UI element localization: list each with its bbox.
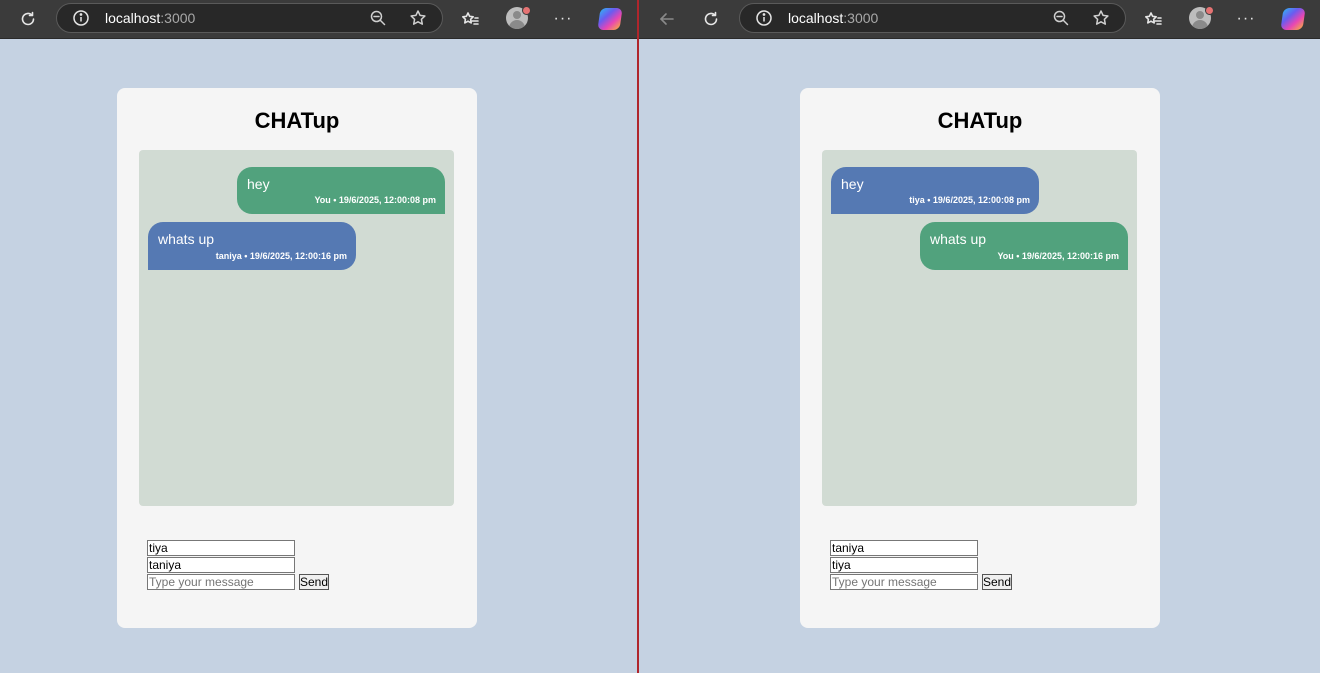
message-bubble-outgoing: whats up You • 19/6/2025, 12:00:16 pm bbox=[920, 222, 1128, 270]
send-button[interactable]: Send bbox=[299, 574, 329, 590]
message-meta: tiya • 19/6/2025, 12:00:08 pm bbox=[909, 195, 1030, 205]
zoom-out-icon[interactable] bbox=[1052, 9, 1070, 27]
send-button[interactable]: Send bbox=[982, 574, 1012, 590]
message-text: hey bbox=[247, 176, 270, 192]
chat-card: CHATup hey You • 19/6/2025, 12:00:08 pm … bbox=[117, 88, 477, 628]
message-meta: You • 19/6/2025, 12:00:16 pm bbox=[997, 251, 1119, 261]
message-bubble-outgoing: hey You • 19/6/2025, 12:00:08 pm bbox=[237, 167, 445, 214]
message-bubble-incoming: whats up taniya • 19/6/2025, 12:00:16 pm bbox=[148, 222, 356, 270]
more-icon[interactable]: ··· bbox=[549, 5, 577, 33]
app-title: CHATup bbox=[254, 108, 340, 133]
copilot-icon[interactable] bbox=[1280, 8, 1306, 30]
right-browser-window: localhost:3000 ··· CHATup hey tiya • 19/… bbox=[639, 0, 1320, 673]
url-text: localhost:3000 bbox=[788, 10, 879, 26]
back-arrow-icon[interactable] bbox=[653, 5, 681, 33]
zoom-out-icon[interactable] bbox=[369, 9, 387, 27]
message-text: whats up bbox=[158, 231, 215, 247]
username-input[interactable] bbox=[830, 540, 978, 556]
copilot-icon[interactable] bbox=[597, 8, 623, 30]
notification-dot-icon bbox=[522, 6, 531, 15]
browser-toolbar: localhost:3000 ··· bbox=[639, 0, 1320, 39]
star-icon[interactable] bbox=[1092, 9, 1110, 27]
address-bar[interactable]: localhost:3000 bbox=[56, 3, 443, 33]
star-icon[interactable] bbox=[409, 9, 427, 27]
notification-dot-icon bbox=[1205, 6, 1214, 15]
site-info-icon[interactable] bbox=[755, 9, 773, 27]
url-text: localhost:3000 bbox=[105, 10, 196, 26]
username-input[interactable] bbox=[147, 540, 295, 556]
favorites-icon[interactable] bbox=[1139, 5, 1167, 33]
more-icon[interactable]: ··· bbox=[1232, 5, 1260, 33]
recipient-input[interactable] bbox=[830, 557, 978, 573]
message-text: whats up bbox=[930, 231, 987, 247]
recipient-input[interactable] bbox=[147, 557, 295, 573]
address-bar[interactable]: localhost:3000 bbox=[739, 3, 1126, 33]
messages-area: hey You • 19/6/2025, 12:00:08 pm whats u… bbox=[139, 150, 454, 506]
chat-card: CHATup hey tiya • 19/6/2025, 12:00:08 pm… bbox=[800, 88, 1160, 628]
refresh-icon[interactable] bbox=[697, 5, 725, 33]
message-meta: taniya • 19/6/2025, 12:00:16 pm bbox=[215, 251, 347, 261]
message-input[interactable] bbox=[830, 574, 978, 590]
messages-area: hey tiya • 19/6/2025, 12:00:08 pm whats … bbox=[822, 150, 1137, 506]
message-input[interactable] bbox=[147, 574, 295, 590]
app-title: CHATup bbox=[937, 108, 1023, 133]
refresh-icon[interactable] bbox=[14, 5, 42, 33]
message-bubble-incoming: hey tiya • 19/6/2025, 12:00:08 pm bbox=[831, 167, 1039, 214]
favorites-icon[interactable] bbox=[456, 5, 484, 33]
message-meta: You • 19/6/2025, 12:00:08 pm bbox=[314, 195, 436, 205]
browser-toolbar: localhost:3000 ··· bbox=[0, 0, 637, 39]
site-info-icon[interactable] bbox=[72, 9, 90, 27]
left-browser-window: localhost:3000 ··· CHATup hey You • 19/6… bbox=[0, 0, 637, 673]
message-text: hey bbox=[841, 176, 864, 192]
